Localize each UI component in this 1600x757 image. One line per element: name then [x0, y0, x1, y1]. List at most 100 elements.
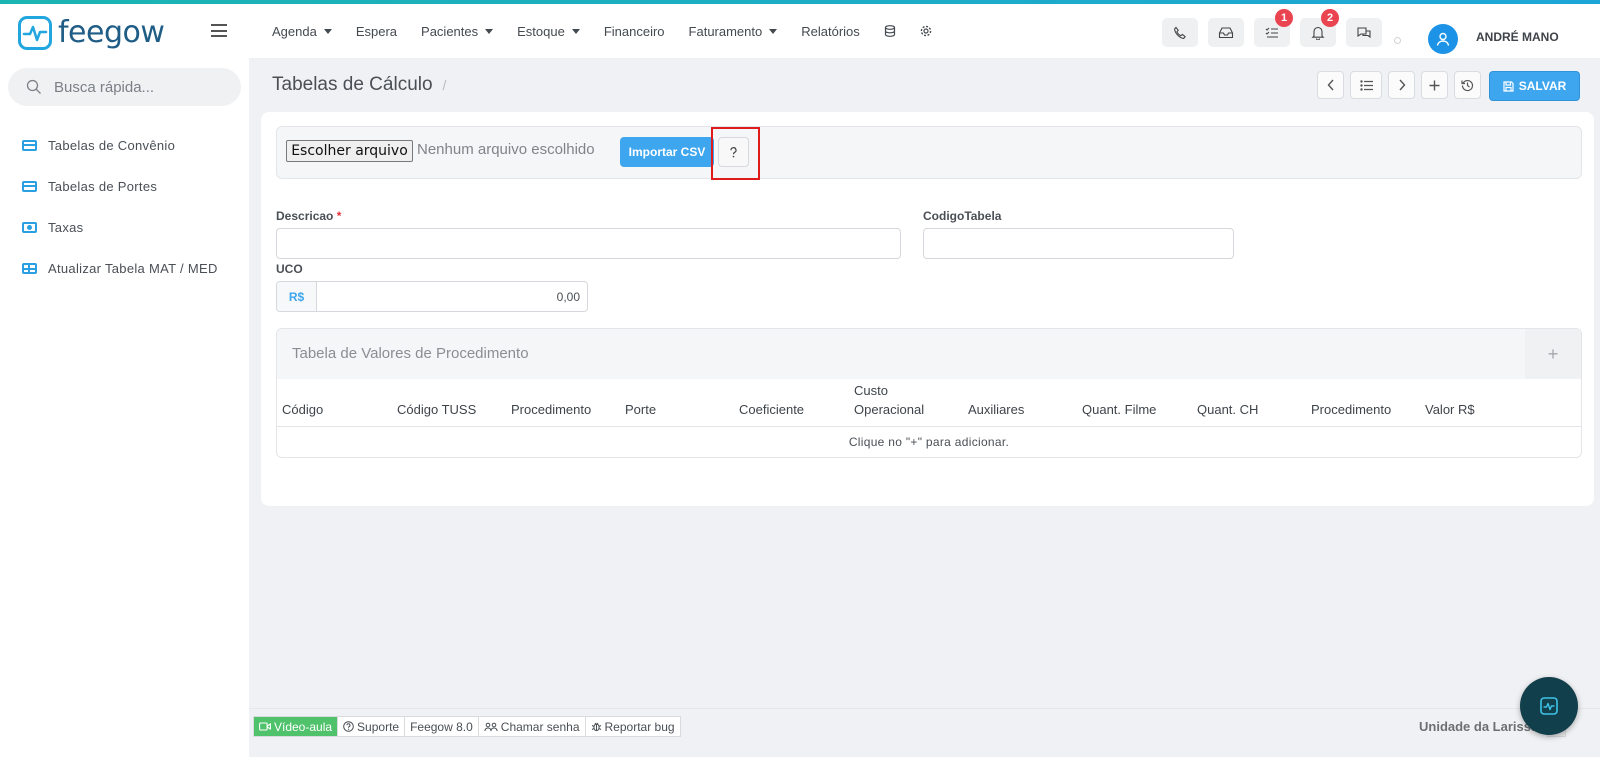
quick-search[interactable]: Busca rápida...: [8, 68, 241, 106]
nav-relatorios[interactable]: Relatórios: [801, 24, 860, 39]
bell-icon: [1311, 26, 1325, 40]
column-header: Custo Operacional: [854, 383, 925, 417]
footer-links: Vídeo-aula Suporte Feegow 8.0 Chamar sen…: [253, 716, 681, 737]
form-card: Escolher arquivo Nenhum arquivo escolhid…: [261, 112, 1594, 506]
sidebar-item-label: Tabelas de Convênio: [48, 138, 176, 153]
database-icon[interactable]: [884, 25, 896, 37]
nav-label: Estoque: [517, 23, 565, 39]
currency-prefix: R$: [277, 282, 317, 311]
sidebar-item-tabelas-convenio[interactable]: Tabelas de Convênio: [22, 138, 175, 153]
support-link[interactable]: Suporte: [338, 717, 406, 736]
footer: Vídeo-aula Suporte Feegow 8.0 Chamar sen…: [249, 708, 1600, 757]
chevron-right-icon: [1398, 79, 1405, 91]
sidebar-item-atualizar-mat-med[interactable]: Atualizar Tabela MAT / MED: [22, 261, 218, 276]
assistant-fab-button[interactable]: [1520, 677, 1578, 735]
gear-icon[interactable]: [920, 25, 932, 37]
question-icon: [730, 146, 737, 157]
call-ticket-link[interactable]: Chamar senha: [479, 717, 586, 736]
required-marker: *: [336, 209, 342, 223]
nav-agenda[interactable]: Agenda: [272, 24, 332, 39]
next-button[interactable]: [1388, 71, 1415, 99]
column-header: Coeficiente: [739, 402, 805, 417]
user-name[interactable]: ANDRÉ MANO: [1476, 30, 1559, 44]
table-header: Código Código TUSS Procedimento Porte Co…: [277, 379, 1581, 427]
tasks-badge: 1: [1275, 9, 1293, 27]
column-header: Procedimento: [511, 402, 592, 417]
codigo-tabela-field[interactable]: [923, 228, 1234, 259]
topbar-actions: 1 2: [1162, 9, 1382, 47]
users-icon: [484, 722, 498, 731]
sidebar-item-label: Atualizar Tabela MAT / MED: [48, 261, 218, 276]
phone-button[interactable]: [1162, 18, 1198, 47]
caret-down-icon: [571, 28, 580, 34]
chat-button[interactable]: [1346, 18, 1382, 47]
choose-file-button[interactable]: Escolher arquivo: [286, 140, 413, 162]
uco-field-group: R$ 0,00: [276, 281, 588, 312]
panel-title: Tabela de Valores de Procedimento: [292, 345, 529, 362]
nav-estoque[interactable]: Estoque: [517, 24, 580, 39]
footer-label: Chamar senha: [500, 719, 580, 734]
help-button[interactable]: [718, 137, 749, 167]
sidebar-item-taxas[interactable]: Taxas: [22, 220, 83, 235]
main-nav: Agenda Espera Pacientes Estoque Financei…: [272, 4, 956, 58]
uco-field[interactable]: 0,00: [317, 282, 587, 311]
nav-pacientes[interactable]: Pacientes: [421, 24, 494, 39]
footer-label: Suporte: [357, 719, 400, 734]
footer-label: Feegow 8.0: [410, 719, 473, 734]
history-icon: [1461, 79, 1474, 91]
hamburger-menu-icon[interactable]: [211, 24, 227, 37]
uco-label: UCO: [276, 262, 303, 276]
money-icon: [22, 222, 37, 233]
list-button[interactable]: [1350, 71, 1382, 99]
chat-icon: [1357, 26, 1371, 38]
user-icon: [1436, 32, 1450, 46]
column-header: Auxiliares: [968, 402, 1025, 417]
column-header: Código: [282, 402, 324, 417]
monitor-pulse-icon: [1540, 697, 1558, 715]
inbox-button[interactable]: [1208, 18, 1244, 47]
page-title: Tabelas de Cálculo /: [272, 74, 446, 96]
nav-label: Espera: [355, 23, 398, 39]
tasks-button[interactable]: 1: [1254, 9, 1293, 47]
sidebar-item-label: Tabelas de Portes: [48, 179, 158, 194]
table-icon: [22, 263, 37, 274]
search-icon: [26, 79, 41, 94]
previous-button[interactable]: [1317, 71, 1344, 99]
sidebar-item-tabelas-portes[interactable]: Tabelas de Portes: [22, 179, 157, 194]
question-circle-icon: [343, 721, 354, 732]
caret-down-icon: [323, 28, 332, 34]
sidebar-item-label: Taxas: [48, 220, 84, 235]
video-camera-icon: [259, 722, 271, 731]
current-unit[interactable]: Unidade da Larissa: [1419, 719, 1538, 734]
card-icon: [22, 140, 37, 151]
column-header: Quant. Filme: [1082, 402, 1157, 417]
column-header: Quant. CH: [1197, 402, 1259, 417]
footer-label: Reportar bug: [604, 719, 675, 734]
video-lesson-link[interactable]: Vídeo-aula: [254, 717, 339, 736]
nav-espera[interactable]: Espera: [356, 24, 397, 39]
avatar[interactable]: [1428, 24, 1458, 54]
nav-label: Agenda: [272, 23, 317, 39]
add-button[interactable]: [1421, 71, 1448, 99]
notifications-button[interactable]: 2: [1300, 9, 1339, 47]
nav-faturamento[interactable]: Faturamento: [689, 24, 778, 39]
report-bug-link[interactable]: Reportar bug: [586, 717, 680, 736]
breadcrumb-separator: /: [442, 77, 447, 93]
add-row-button[interactable]: +: [1525, 329, 1581, 379]
codigo-tabela-label: CodigoTabela: [923, 209, 1002, 223]
nav-financeiro[interactable]: Financeiro: [604, 24, 665, 39]
logo[interactable]: feegow: [18, 15, 165, 50]
empty-table-message: Clique no "+" para adicionar.: [848, 435, 1010, 449]
import-csv-button[interactable]: Importar CSV: [620, 137, 714, 167]
search-input[interactable]: Busca rápida...: [54, 79, 154, 96]
top-navbar: feegow Agenda Espera Pacientes Estoque F…: [0, 4, 1600, 58]
card-icon: [22, 181, 37, 192]
csv-import-bar: Escolher arquivo Nenhum arquivo escolhid…: [276, 126, 1582, 180]
history-button[interactable]: [1454, 71, 1481, 99]
floppy-disk-icon: [1503, 80, 1514, 92]
save-button[interactable]: SALVAR: [1489, 71, 1580, 101]
panel-header: Tabela de Valores de Procedimento +: [277, 329, 1581, 379]
record-toolbar: [1317, 71, 1481, 99]
nav-label: Financeiro: [603, 23, 665, 39]
descricao-field[interactable]: [276, 228, 901, 259]
